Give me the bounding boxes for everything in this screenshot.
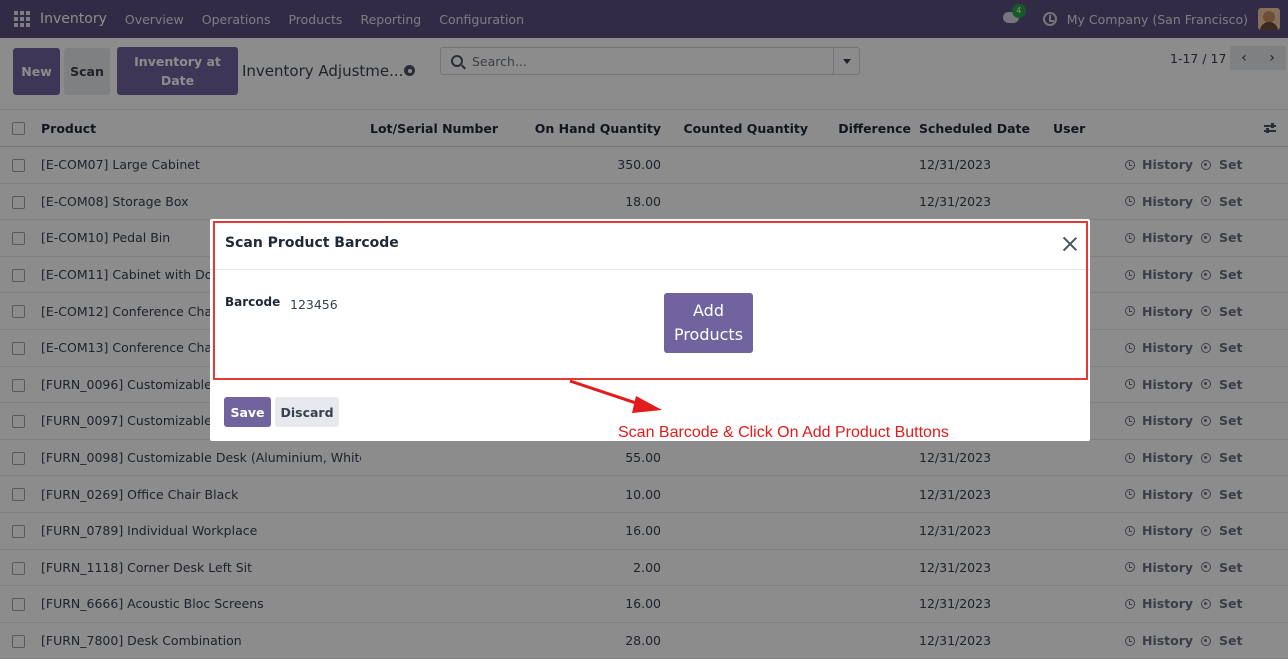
annotation-arrow-icon — [569, 379, 662, 413]
annotation-text: Scan Barcode & Click On Add Product Butt… — [618, 424, 949, 441]
